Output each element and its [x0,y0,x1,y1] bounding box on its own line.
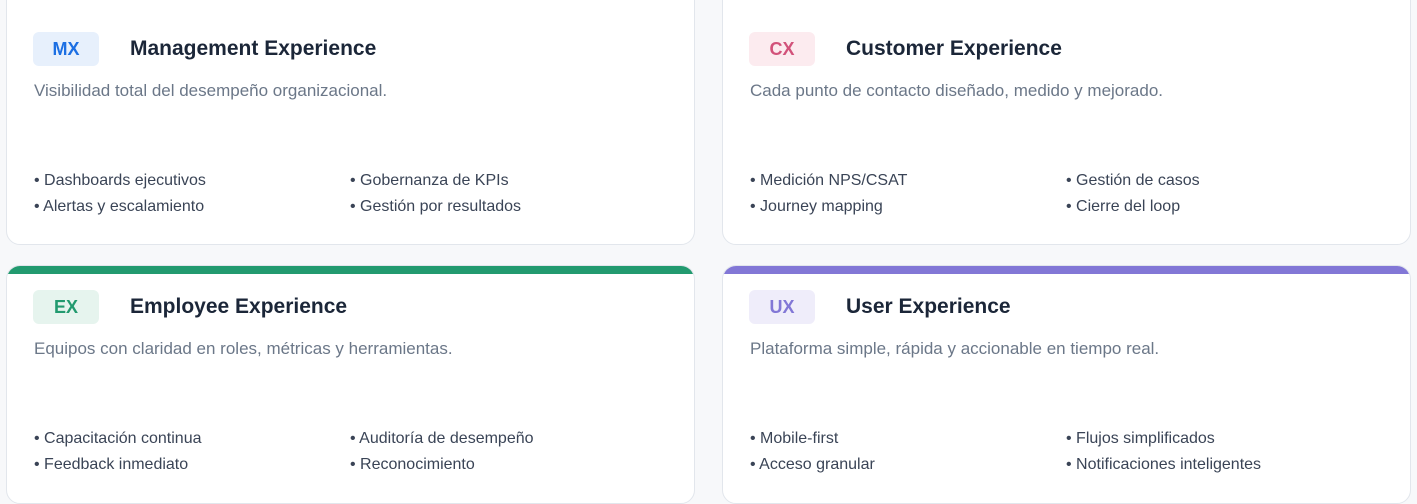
accent-bar [7,266,694,274]
feature-item: Alertas y escalamiento [34,197,350,217]
feature-item: Medición NPS/CSAT [750,171,1066,191]
card-header: EX Employee Experience [33,290,347,324]
card-title: Employee Experience [130,295,348,318]
card-title: Management Experience [130,37,377,60]
feature-item: Journey mapping [750,197,1066,217]
card-description: Equipos con claridad en roles, métricas … [34,339,453,358]
feature-item: Dashboards ejecutivos [34,171,350,191]
card-description: Visibilidad total del desempeño organiza… [34,81,388,100]
card-customer-experience: CX Customer Experience Cada punto de con… [722,0,1411,245]
feature-list: Medición NPS/CSAT Gestión de casos Journ… [750,171,1386,217]
feature-item: Feedback inmediato [34,455,350,475]
feature-item: Cierre del loop [1066,197,1386,217]
feature-list: Dashboards ejecutivos Gobernanza de KPIs… [34,171,670,217]
cx-badge: CX [749,32,815,66]
card-management-experience: MX Management Experience Visibilidad tot… [6,0,695,245]
feature-item: Mobile-first [750,429,1066,449]
feature-item: Gobernanza de KPIs [350,171,670,191]
card-description: Cada punto de contacto diseñado, medido … [750,81,1163,100]
card-header: UX User Experience [749,290,1011,324]
feature-item: Capacitación continua [34,429,350,449]
feature-item: Flujos simplificados [1066,429,1386,449]
feature-item: Notificaciones inteligentes [1066,455,1386,475]
card-title: Customer Experience [846,37,1062,60]
card-header: MX Management Experience [33,32,376,66]
ux-badge: UX [749,290,815,324]
feature-item: Auditoría de desempeño [350,429,670,449]
feature-item: Gestión de casos [1066,171,1386,191]
card-title: User Experience [846,295,1011,318]
ex-badge: EX [33,290,99,324]
mx-badge: MX [33,32,99,66]
card-header: CX Customer Experience [749,32,1062,66]
feature-item: Reconocimiento [350,455,670,475]
card-user-experience: UX User Experience Plataforma simple, rá… [722,265,1411,504]
experience-grid: MX Management Experience Visibilidad tot… [0,0,1417,504]
card-description: Plataforma simple, rápida y accionable e… [750,339,1160,358]
feature-item: Gestión por resultados [350,197,670,217]
feature-list: Capacitación continua Auditoría de desem… [34,429,670,475]
feature-item: Acceso granular [750,455,1066,475]
card-employee-experience: EX Employee Experience Equipos con clari… [6,265,695,504]
accent-bar [723,266,1410,274]
feature-list: Mobile-first Flujos simplificados Acceso… [750,429,1386,475]
